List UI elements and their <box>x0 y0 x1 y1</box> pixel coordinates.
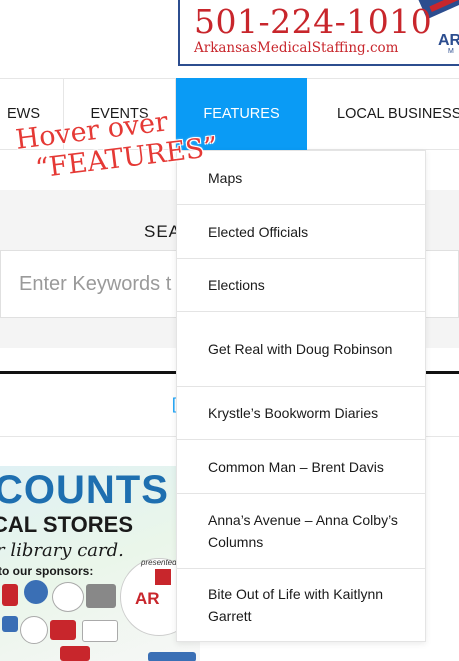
ad-phone: 501-224-1010 <box>194 2 433 41</box>
dropdown-item-elections[interactable]: Elections <box>177 259 425 312</box>
dropdown-item-elected-officials[interactable]: Elected Officials <box>177 205 425 259</box>
promo-badge-text: AR <box>135 589 160 608</box>
promo-subtitle: CAL STORES <box>0 512 133 537</box>
sponsor-logo <box>50 620 76 640</box>
sponsor-logo <box>82 620 118 642</box>
sponsor-logo <box>24 580 48 604</box>
sponsor-logo <box>86 584 116 608</box>
promo-badge-presented: presented <box>141 558 177 567</box>
dropdown-item-bite-out-of-life[interactable]: Bite Out of Life with Kaitlynn Garrett <box>177 569 425 641</box>
dropdown-item-common-man[interactable]: Common Man – Brent Davis <box>177 440 425 494</box>
dropdown-item-annas-avenue[interactable]: Anna’s Avenue – Anna Colby’s Columns <box>177 494 425 569</box>
sponsor-logo <box>148 652 196 661</box>
ad-banner[interactable]: 501-224-1010 ArkansasMedicalStaffing.com… <box>178 0 459 66</box>
ad-url: ArkansasMedicalStaffing.com <box>194 40 399 56</box>
dropdown-item-get-real[interactable]: Get Real with Doug Robinson <box>177 312 425 387</box>
features-dropdown-menu: Maps Elected Officials Elections Get Rea… <box>176 150 426 642</box>
nav-item-local-businesses[interactable]: LOCAL BUSINESSE <box>307 79 459 150</box>
promo-title: COUNTS <box>0 468 169 512</box>
sponsor-logo <box>60 646 90 661</box>
promo-sponsors-label: to our sponsors: <box>0 564 94 578</box>
dropdown-item-bookworm-diaries[interactable]: Krystle’s Bookworm Diaries <box>177 387 425 440</box>
sponsor-logo <box>52 582 84 612</box>
library-promo-image[interactable]: COUNTS CAL STORES r library card. to our… <box>0 466 200 661</box>
ad-logo-sub: M <box>448 48 454 55</box>
cross-icon <box>155 569 171 585</box>
sponsor-logo <box>2 584 18 606</box>
promo-script: r library card. <box>0 540 124 561</box>
sponsor-logo <box>20 616 48 644</box>
sponsor-logo <box>2 616 18 632</box>
